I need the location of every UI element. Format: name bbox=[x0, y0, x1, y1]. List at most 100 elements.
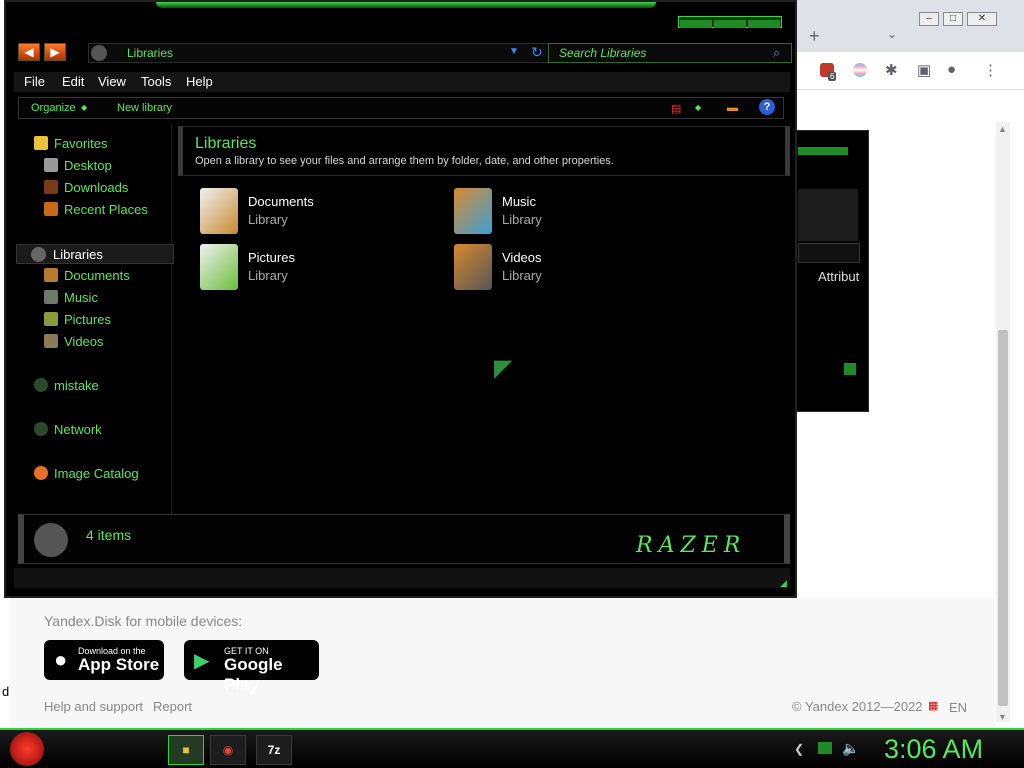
close-button[interactable]: ✕ bbox=[967, 12, 997, 26]
copyright: © Yandex 2012—2022 bbox=[792, 699, 923, 714]
image-catalog-icon bbox=[34, 466, 48, 480]
flag-extension-icon[interactable] bbox=[853, 63, 867, 77]
mobile-label: Yandex.Disk for mobile devices: bbox=[44, 613, 243, 629]
minimize-button[interactable]: – bbox=[919, 12, 939, 26]
menu-bar: File Edit View Tools Help bbox=[14, 72, 790, 92]
report-link[interactable]: Report bbox=[153, 699, 192, 714]
organize-arrow-icon: ◆ bbox=[81, 103, 88, 112]
search-icon[interactable]: ⌕ bbox=[773, 45, 780, 61]
documents-icon bbox=[44, 268, 58, 282]
explorer-window: ◀ ▶ Libraries ▼ ↻ Search Libraries ⌕ Fil… bbox=[4, 0, 797, 598]
star-icon bbox=[34, 136, 48, 150]
browser-tabstrip: – □ ✕ + ⌄ bbox=[795, 0, 1024, 52]
tray-arrow-icon[interactable]: ❮ bbox=[794, 742, 804, 756]
profile-icon[interactable]: ● bbox=[947, 61, 956, 78]
nav-documents[interactable]: Documents bbox=[44, 268, 130, 283]
library-pictures[interactable]: Pictures Library bbox=[200, 244, 420, 292]
taskbar-explorer[interactable]: ■ bbox=[168, 735, 204, 765]
new-tab-icon[interactable]: + bbox=[809, 26, 820, 47]
pictures-library-icon bbox=[200, 244, 238, 290]
taskbar-7zip[interactable]: 7z bbox=[256, 735, 292, 765]
music-icon bbox=[44, 290, 58, 304]
folder-icon: ■ bbox=[182, 743, 190, 757]
scroll-down-icon[interactable]: ▼ bbox=[998, 712, 1007, 722]
libraries-icon bbox=[91, 45, 107, 61]
volume-icon[interactable]: 🔈 bbox=[842, 740, 859, 757]
nav-mistake[interactable]: mistake bbox=[34, 378, 99, 393]
help-icon[interactable]: ? bbox=[759, 99, 775, 115]
documents-library-icon bbox=[200, 188, 238, 234]
menu-help[interactable]: Help bbox=[186, 74, 213, 89]
start-button[interactable] bbox=[10, 732, 44, 766]
nav-libraries[interactable]: Libraries bbox=[16, 244, 174, 264]
chevron-down-icon[interactable]: ⌄ bbox=[887, 27, 897, 41]
resize-grip-icon[interactable]: ◢ bbox=[780, 578, 787, 589]
downloads-icon bbox=[44, 180, 58, 194]
nav-image-catalog[interactable]: Image Catalog bbox=[34, 466, 139, 481]
language-switch[interactable]: EN bbox=[949, 700, 967, 715]
dialog-titlebar bbox=[798, 147, 848, 155]
preview-pane-icon[interactable]: ▬ bbox=[727, 102, 738, 114]
network-icon bbox=[34, 422, 48, 436]
background-dialog: Attribut bbox=[795, 130, 869, 412]
details-libraries-icon bbox=[34, 523, 68, 557]
details-pane: 4 items RAZER bbox=[18, 514, 790, 564]
dialog-dropdown[interactable] bbox=[798, 243, 860, 263]
nav-network[interactable]: Network bbox=[34, 422, 102, 437]
page-scrollthumb[interactable] bbox=[998, 330, 1008, 706]
view-dropdown-icon[interactable]: ◆ bbox=[695, 103, 701, 112]
maximize-button[interactable]: □ bbox=[943, 12, 963, 26]
page-title: Libraries bbox=[195, 135, 257, 152]
library-music[interactable]: Music Library bbox=[454, 188, 674, 236]
nav-videos[interactable]: Videos bbox=[44, 334, 104, 349]
nav-favorites[interactable]: Favorites bbox=[34, 136, 107, 151]
item-count: 4 items bbox=[86, 527, 132, 543]
sidebar-icon[interactable]: ▣ bbox=[917, 61, 931, 79]
tray-network-icon[interactable] bbox=[818, 742, 832, 754]
dialog-panel bbox=[798, 189, 858, 241]
googleplay-icon: ▶ bbox=[194, 650, 210, 672]
nav-downloads[interactable]: Downloads bbox=[44, 180, 128, 195]
search-input[interactable]: Search Libraries ⌕ bbox=[548, 43, 792, 63]
menu-file[interactable]: File bbox=[24, 74, 45, 89]
refresh-icon[interactable]: ↻ bbox=[531, 44, 543, 61]
clock[interactable]: 3:06 AM bbox=[884, 734, 983, 765]
view-icon[interactable]: ▤ bbox=[671, 102, 681, 115]
command-bar: Organize ◆ New library ▤ ◆ ▬ ? bbox=[18, 97, 784, 119]
googleplay-button[interactable]: ▶ GET IT ON Google Play bbox=[184, 640, 319, 694]
scroll-up-icon[interactable]: ▲ bbox=[998, 124, 1007, 134]
appstore-button[interactable]: ● Download on the App Store bbox=[44, 640, 164, 680]
address-bar: ◀ ▶ Libraries ▼ ↻ Search Libraries ⌕ bbox=[16, 40, 792, 68]
window-controls[interactable] bbox=[678, 16, 782, 28]
libraries-nav-icon bbox=[31, 247, 46, 262]
library-videos[interactable]: Videos Library bbox=[454, 244, 674, 292]
taskbar-chrome[interactable]: ◉ bbox=[210, 735, 246, 765]
forward-icon[interactable]: ▶ bbox=[44, 43, 66, 61]
dialog-add-icon[interactable] bbox=[844, 363, 856, 375]
title-accent bbox=[156, 2, 656, 8]
menu-tools[interactable]: Tools bbox=[141, 74, 171, 89]
videos-icon bbox=[44, 334, 58, 348]
nav-recent-places[interactable]: Recent Places bbox=[44, 202, 148, 217]
menu-edit[interactable]: Edit bbox=[62, 74, 84, 89]
menu-view[interactable]: View bbox=[98, 74, 126, 89]
library-documents[interactable]: Documents Library bbox=[200, 188, 420, 236]
page-subtitle: Open a library to see your files and arr… bbox=[195, 155, 614, 167]
nav-music[interactable]: Music bbox=[44, 290, 98, 305]
address-field[interactable]: Libraries ▼ ↻ bbox=[88, 43, 552, 63]
content-pane: Libraries Open a library to see your fil… bbox=[178, 126, 790, 514]
back-icon[interactable]: ◀ bbox=[18, 43, 40, 61]
new-library-button[interactable]: New library bbox=[117, 102, 172, 114]
help-link[interactable]: Help and support bbox=[44, 699, 143, 714]
edge-text: d bbox=[2, 684, 10, 699]
dropdown-icon[interactable]: ▼ bbox=[509, 46, 519, 57]
puzzle-icon[interactable]: ✱ bbox=[885, 61, 898, 79]
menu-icon[interactable]: ⋮ bbox=[983, 61, 998, 79]
taskbar: ■ ◉ 7z ❮ 🔈 3:06 AM bbox=[0, 728, 1024, 768]
organize-button[interactable]: Organize bbox=[31, 102, 76, 114]
recent-places-icon bbox=[44, 202, 58, 216]
nav-desktop[interactable]: Desktop bbox=[44, 158, 112, 173]
attribute-label: Attribut bbox=[818, 269, 860, 284]
music-library-icon bbox=[454, 188, 492, 234]
nav-pictures[interactable]: Pictures bbox=[44, 312, 111, 327]
